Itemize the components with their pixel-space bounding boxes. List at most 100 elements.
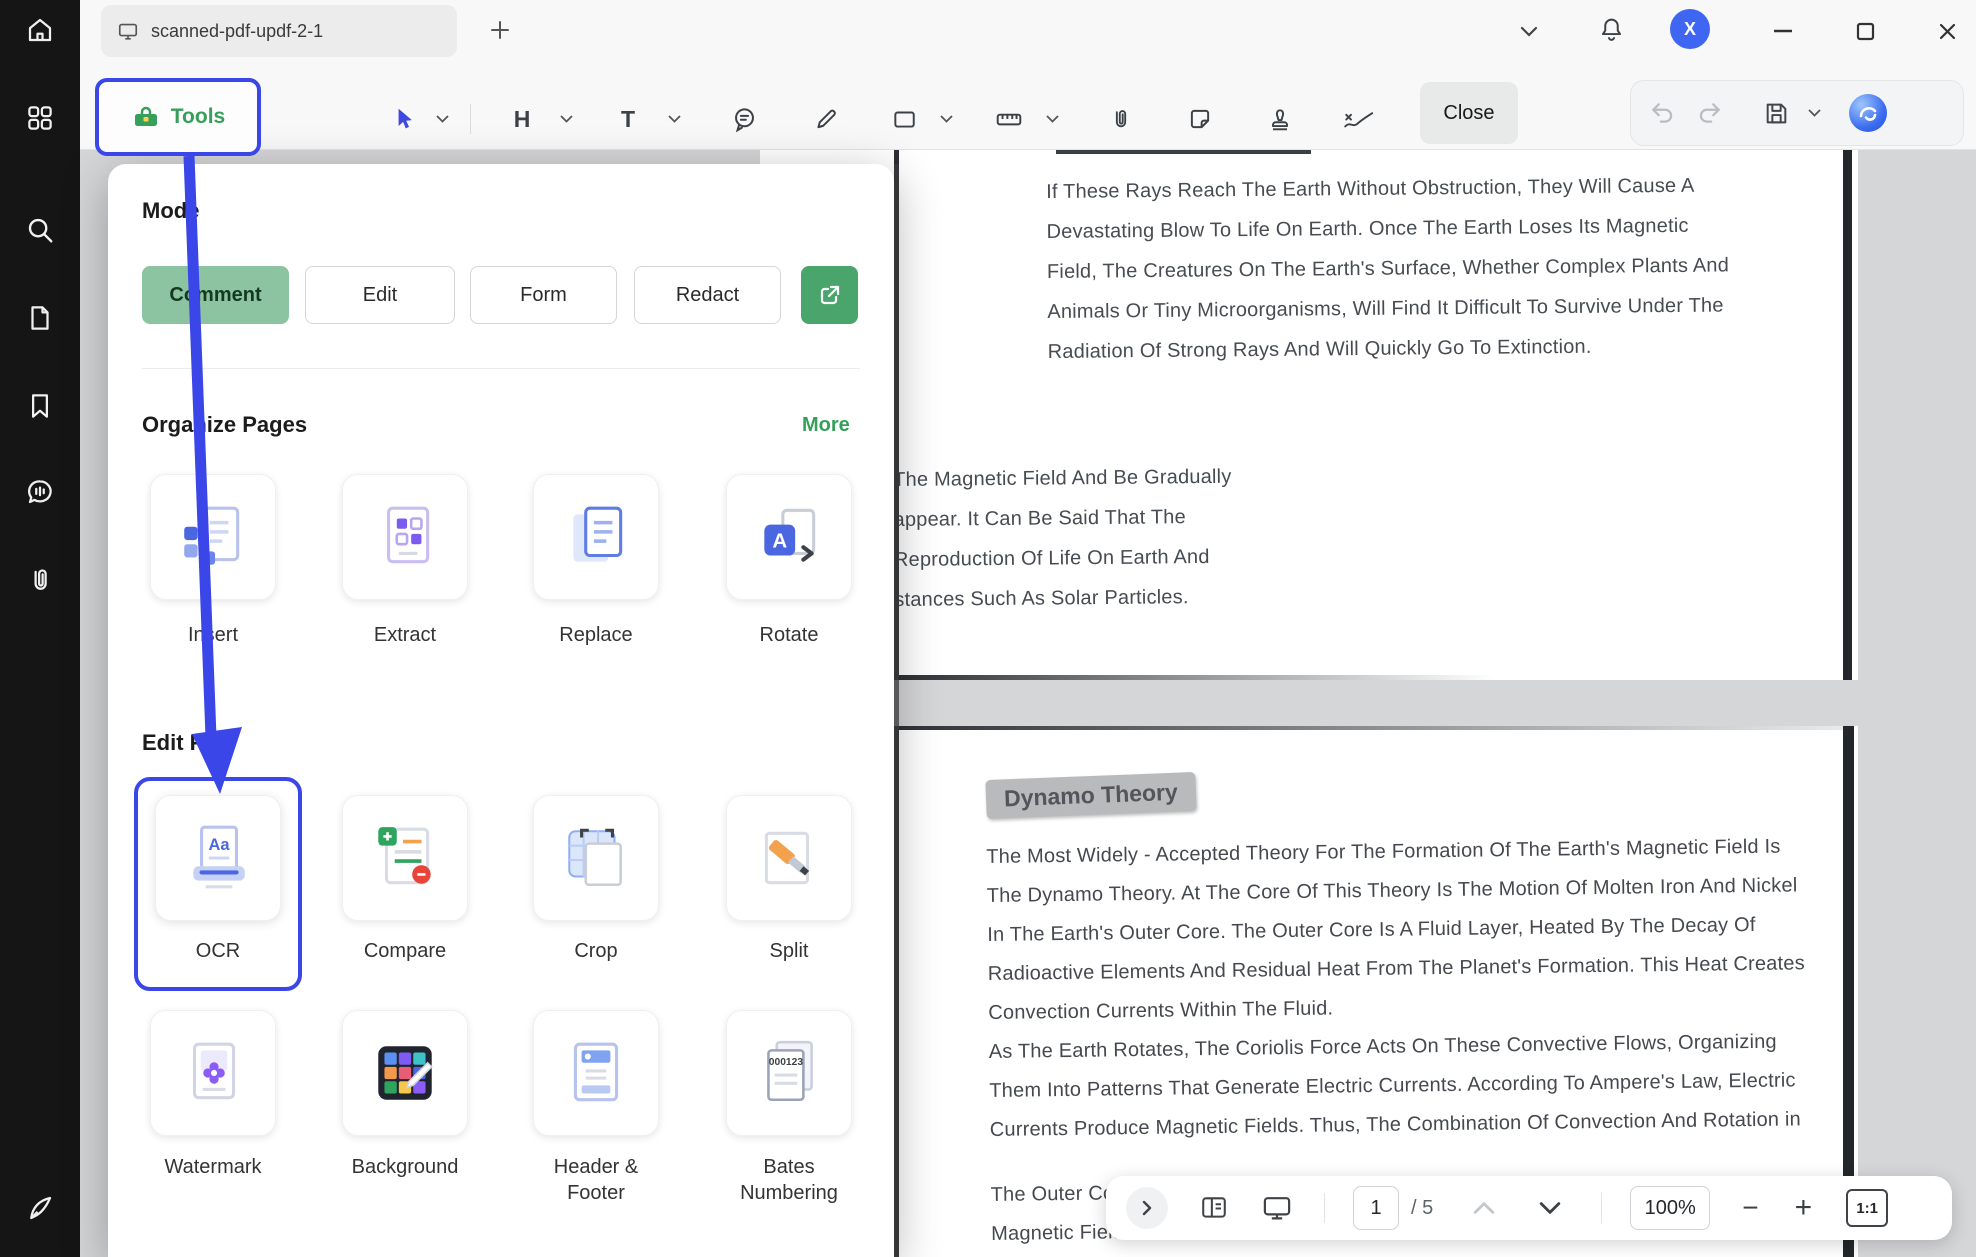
thumbnails-icon	[1200, 1194, 1228, 1222]
organize-pages-more-link[interactable]: More	[802, 414, 850, 437]
apps-button[interactable]	[25, 103, 55, 133]
comments-button[interactable]	[25, 477, 55, 507]
close-tools-label: Close	[1443, 102, 1494, 125]
presentation-button[interactable]	[1262, 1194, 1292, 1222]
apps-grid-icon	[25, 103, 55, 133]
previous-page-button[interactable]	[1473, 1201, 1495, 1215]
open-in-new-window-button[interactable]	[801, 266, 858, 324]
notifications-button[interactable]	[1594, 12, 1628, 46]
ai-assistant-button[interactable]	[1849, 94, 1887, 132]
pages-button[interactable]	[25, 303, 55, 333]
select-tool[interactable]	[386, 98, 422, 140]
sticker-icon	[1187, 106, 1213, 132]
next-page-button[interactable]	[1539, 1201, 1561, 1215]
mode-button-comment[interactable]: Comment	[142, 266, 289, 324]
mode-section-title: Mode	[142, 198, 199, 224]
actual-size-button[interactable]: 1:1	[1846, 1189, 1888, 1227]
highlight-tool-dropdown[interactable]	[556, 98, 576, 140]
paperclip-icon	[1108, 106, 1133, 132]
mode-button-redact[interactable]: Redact	[634, 266, 781, 324]
zoom-level-box[interactable]: 100%	[1630, 1186, 1710, 1230]
plus-icon	[489, 19, 511, 41]
home-button[interactable]	[25, 15, 55, 45]
pencil-tool[interactable]	[808, 98, 844, 140]
measure-tool[interactable]	[990, 98, 1028, 140]
search-button[interactable]	[25, 215, 55, 245]
bookmarks-button[interactable]	[25, 391, 55, 421]
text-tool-dropdown[interactable]	[664, 98, 684, 140]
tool-card-replace[interactable]	[533, 474, 659, 600]
redo-button[interactable]	[1695, 99, 1723, 127]
zoom-out-button[interactable]: −	[1742, 1194, 1758, 1222]
watermark-icon	[176, 1036, 250, 1110]
avatar[interactable]: X	[1670, 9, 1710, 49]
pen-nib-icon	[25, 1193, 55, 1223]
toolbox-icon	[131, 102, 161, 132]
stamp-tool[interactable]	[1262, 98, 1298, 140]
tab-monitor-icon	[117, 20, 139, 42]
title-bar: scanned-pdf-updf-2-1 X	[0, 0, 1976, 60]
replace-icon	[559, 500, 633, 574]
mode-button-edit[interactable]: Edit	[305, 266, 455, 324]
tool-card-crop[interactable]	[533, 795, 659, 921]
doc-text-line: appear. It Can Be Said That The	[893, 497, 1232, 540]
doc-text-line: Animals Or Tiny Microorganisms, Will Fin…	[1047, 285, 1729, 332]
close-window-button[interactable]	[1930, 14, 1964, 48]
bell-icon	[1598, 16, 1625, 43]
minimize-icon	[1773, 29, 1793, 33]
save-button[interactable]	[1763, 100, 1790, 127]
tool-card-compare[interactable]	[342, 795, 468, 921]
maximize-button[interactable]	[1848, 14, 1882, 48]
pencil-icon	[813, 106, 839, 132]
tool-card-background[interactable]	[342, 1010, 468, 1136]
toolbar-divider	[470, 104, 471, 134]
save-dropdown[interactable]	[1808, 109, 1821, 117]
tool-card-ocr[interactable]: Aa	[155, 795, 281, 921]
mode-button-form[interactable]: Form	[470, 266, 617, 324]
tool-card-rotate[interactable]: A	[726, 474, 852, 600]
shape-tool[interactable]	[886, 98, 922, 140]
note-tool[interactable]	[726, 98, 762, 140]
organize-pages-title: Organize Pages	[142, 412, 307, 438]
page-number-input[interactable]	[1353, 1186, 1399, 1230]
toolbar-actions-group	[1630, 80, 1964, 146]
document-tab[interactable]: scanned-pdf-updf-2-1	[101, 5, 457, 57]
signature-tool[interactable]	[1336, 98, 1384, 140]
tab-list-dropdown[interactable]	[1512, 14, 1546, 48]
pdf-page-1[interactable]: If These Rays Reach The Earth Without Ob…	[760, 150, 1858, 680]
thumbnails-button[interactable]	[1200, 1194, 1228, 1222]
page1-partial-paragraph: The Magnetic Field And Be Gradually appe…	[893, 457, 1233, 620]
undo-button[interactable]	[1649, 99, 1677, 127]
tool-card-watermark[interactable]	[150, 1010, 276, 1136]
tool-card-bates-numbering[interactable]: 000123	[726, 1010, 852, 1136]
zoom-in-button[interactable]: +	[1795, 1193, 1813, 1223]
sticker-tool[interactable]	[1182, 98, 1218, 140]
tool-card-header-footer[interactable]	[533, 1010, 659, 1136]
chevron-down-icon	[1520, 26, 1538, 37]
tool-card-split[interactable]	[726, 795, 852, 921]
highlight-tool[interactable]: H	[505, 98, 539, 140]
ruler-icon	[995, 106, 1023, 132]
tool-card-extract[interactable]	[342, 474, 468, 600]
extract-icon	[368, 500, 442, 574]
attachments-button[interactable]	[25, 565, 55, 595]
tool-card-label: OCR	[143, 938, 293, 964]
attachment-tool[interactable]	[1102, 98, 1138, 140]
chevron-up-icon	[1473, 1201, 1495, 1215]
shape-tool-dropdown[interactable]	[936, 98, 956, 140]
page1-scan-edge-bottom	[894, 675, 1494, 680]
close-tools-button[interactable]: Close	[1420, 82, 1518, 144]
text-tool[interactable]: T	[612, 98, 644, 140]
tools-button[interactable]: Tools	[95, 78, 261, 156]
signature-pen-button[interactable]	[25, 1193, 55, 1223]
select-tool-dropdown[interactable]	[432, 98, 452, 140]
tool-card-insert[interactable]	[150, 474, 276, 600]
measure-tool-dropdown[interactable]	[1042, 98, 1062, 140]
new-tab-button[interactable]	[484, 12, 516, 48]
zoom-level-value: 100%	[1645, 1197, 1696, 1220]
minimize-button[interactable]	[1766, 14, 1800, 48]
left-sidebar	[0, 0, 80, 1257]
panel-edge-shadow	[894, 164, 899, 1257]
expand-panel-button[interactable]	[1126, 1187, 1168, 1229]
tool-card-label: Crop	[521, 938, 671, 964]
